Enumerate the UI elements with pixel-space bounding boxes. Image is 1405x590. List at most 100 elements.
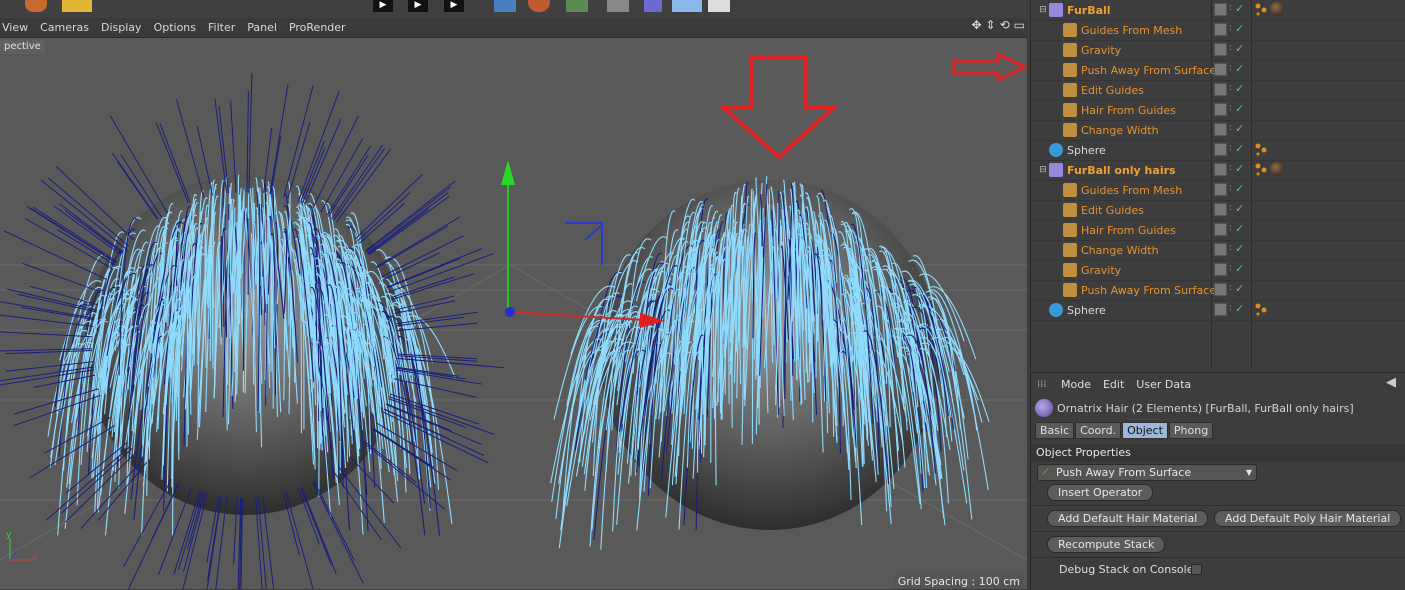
object-row[interactable]: Push Away From Surface:✓ <box>1031 280 1405 301</box>
enabled-check-icon[interactable]: ✓ <box>1235 103 1244 116</box>
menu-display[interactable]: Display <box>95 21 148 34</box>
object-name[interactable]: Push Away From Surface <box>1081 284 1216 297</box>
menu-view[interactable]: View <box>0 21 34 34</box>
object-name[interactable]: FurBall <box>1067 4 1111 17</box>
menu-panel[interactable]: Panel <box>241 21 283 34</box>
layer-box-icon[interactable] <box>1214 283 1227 296</box>
object-row[interactable]: Sphere:✓ <box>1031 140 1405 161</box>
menu-edit[interactable]: Edit <box>1097 378 1130 391</box>
phong-tag-icon[interactable] <box>1254 162 1268 176</box>
enabled-check-icon[interactable]: ✓ <box>1235 243 1244 256</box>
menu-cameras[interactable]: Cameras <box>34 21 95 34</box>
maximize-icon[interactable]: ▭ <box>1014 18 1025 32</box>
enabled-check-icon[interactable]: ✓ <box>1235 63 1244 76</box>
visibility-dots-icon[interactable]: : <box>1229 203 1233 216</box>
layer-box-icon[interactable] <box>1214 223 1227 236</box>
phong-tag-icon[interactable] <box>1254 142 1268 156</box>
enabled-check-icon[interactable]: ✓ <box>1235 163 1244 176</box>
move-tool-icon[interactable] <box>62 0 92 12</box>
visibility-dots-icon[interactable]: : <box>1229 263 1233 276</box>
viewport-scene[interactable] <box>0 0 1027 589</box>
object-row[interactable]: Change Width:✓ <box>1031 120 1405 141</box>
tab-coord[interactable]: Coord. <box>1075 422 1121 439</box>
visibility-dots-icon[interactable]: : <box>1229 303 1233 316</box>
enabled-check-icon[interactable]: ✓ <box>1235 143 1244 156</box>
back-arrow-icon[interactable]: ◀ <box>1386 375 1396 390</box>
object-name[interactable]: Sphere <box>1067 304 1106 317</box>
collapse-toggle-icon[interactable]: ⊟ <box>1037 5 1049 15</box>
object-row[interactable]: Edit Guides:✓ <box>1031 200 1405 221</box>
object-name[interactable]: Gravity <box>1081 44 1121 57</box>
object-name[interactable]: Edit Guides <box>1081 84 1144 97</box>
object-row[interactable]: Hair From Guides:✓ <box>1031 100 1405 121</box>
play-icon[interactable]: ▶ <box>373 0 393 12</box>
layer-box-icon[interactable] <box>1214 3 1227 16</box>
layer-box-icon[interactable] <box>1214 83 1227 96</box>
camera-icon[interactable] <box>607 0 629 12</box>
rotate-camera-icon[interactable]: ⟲ <box>1000 18 1010 32</box>
move-camera-icon[interactable]: ⇕ <box>986 18 996 32</box>
tab-basic[interactable]: Basic <box>1035 422 1074 439</box>
render-icon[interactable] <box>25 0 47 12</box>
layer-box-icon[interactable] <box>1214 23 1227 36</box>
visibility-dots-icon[interactable]: : <box>1229 3 1233 16</box>
operator-dropdown[interactable]: ⟋ Push Away From Surface ▼ <box>1037 464 1257 481</box>
debug-stack-checkbox[interactable] <box>1191 564 1202 575</box>
material-tag-icon[interactable] <box>1270 162 1284 176</box>
menu-prorender[interactable]: ProRender <box>283 21 352 34</box>
object-row[interactable]: Push Away From Surface:✓ <box>1031 60 1405 81</box>
generator-icon[interactable] <box>566 0 588 12</box>
object-name[interactable]: Gravity <box>1081 264 1121 277</box>
layer-box-icon[interactable] <box>1214 63 1227 76</box>
gizmo-y-arrow[interactable] <box>501 160 515 185</box>
layer-box-icon[interactable] <box>1214 43 1227 56</box>
layer-box-icon[interactable] <box>1214 303 1227 316</box>
gizmo-z-handle[interactable] <box>505 307 515 317</box>
layer-box-icon[interactable] <box>1214 163 1227 176</box>
object-name[interactable]: Change Width <box>1081 124 1159 137</box>
floor-icon[interactable] <box>672 0 702 12</box>
enabled-check-icon[interactable]: ✓ <box>1235 23 1244 36</box>
grip-icon[interactable]: ⁞⁞⁞ <box>1037 379 1055 390</box>
layer-box-icon[interactable] <box>1214 143 1227 156</box>
visibility-dots-icon[interactable]: : <box>1229 143 1233 156</box>
object-name[interactable]: Change Width <box>1081 244 1159 257</box>
object-row[interactable]: Gravity:✓ <box>1031 40 1405 61</box>
enabled-check-icon[interactable]: ✓ <box>1235 283 1244 296</box>
object-row[interactable]: Hair From Guides:✓ <box>1031 220 1405 241</box>
play-icon[interactable]: ▶ <box>408 0 428 12</box>
enabled-check-icon[interactable]: ✓ <box>1235 223 1244 236</box>
play-icon[interactable]: ▶ <box>444 0 464 12</box>
phong-tag-icon[interactable] <box>1254 302 1268 316</box>
object-row[interactable]: Guides From Mesh:✓ <box>1031 180 1405 201</box>
enabled-check-icon[interactable]: ✓ <box>1235 43 1244 56</box>
pan-icon[interactable]: ✥ <box>971 18 981 32</box>
object-row[interactable]: Gravity:✓ <box>1031 260 1405 281</box>
object-row[interactable]: Change Width:✓ <box>1031 240 1405 261</box>
object-row[interactable]: ⊟FurBall only hairs:✓ <box>1031 160 1405 181</box>
object-name[interactable]: Sphere <box>1067 144 1106 157</box>
menu-mode[interactable]: Mode <box>1055 378 1097 391</box>
light-icon[interactable] <box>644 0 662 12</box>
visibility-dots-icon[interactable]: : <box>1229 163 1233 176</box>
enabled-check-icon[interactable]: ✓ <box>1235 83 1244 96</box>
add-default-hair-material-button[interactable]: Add Default Hair Material <box>1047 510 1208 527</box>
object-name[interactable]: Guides From Mesh <box>1081 24 1182 37</box>
visibility-dots-icon[interactable]: : <box>1229 23 1233 36</box>
layer-box-icon[interactable] <box>1214 243 1227 256</box>
object-name[interactable]: Push Away From Surface <box>1081 64 1216 77</box>
enabled-check-icon[interactable]: ✓ <box>1235 3 1244 16</box>
3d-viewport[interactable]: ▶ ▶ ▶ View Cameras Display Options Filte… <box>0 0 1027 589</box>
visibility-dots-icon[interactable]: : <box>1229 223 1233 236</box>
insert-operator-button[interactable]: Insert Operator <box>1047 484 1153 501</box>
camera-label[interactable]: pective <box>0 40 45 54</box>
layer-box-icon[interactable] <box>1214 123 1227 136</box>
visibility-dots-icon[interactable]: : <box>1229 183 1233 196</box>
visibility-dots-icon[interactable]: : <box>1229 283 1233 296</box>
tab-object[interactable]: Object <box>1122 422 1168 439</box>
visibility-dots-icon[interactable]: : <box>1229 63 1233 76</box>
enabled-check-icon[interactable]: ✓ <box>1235 303 1244 316</box>
scene-icon[interactable] <box>708 0 730 12</box>
object-row[interactable]: ⊟ FurBall:✓ <box>1031 0 1405 21</box>
object-name[interactable]: Guides From Mesh <box>1081 184 1182 197</box>
